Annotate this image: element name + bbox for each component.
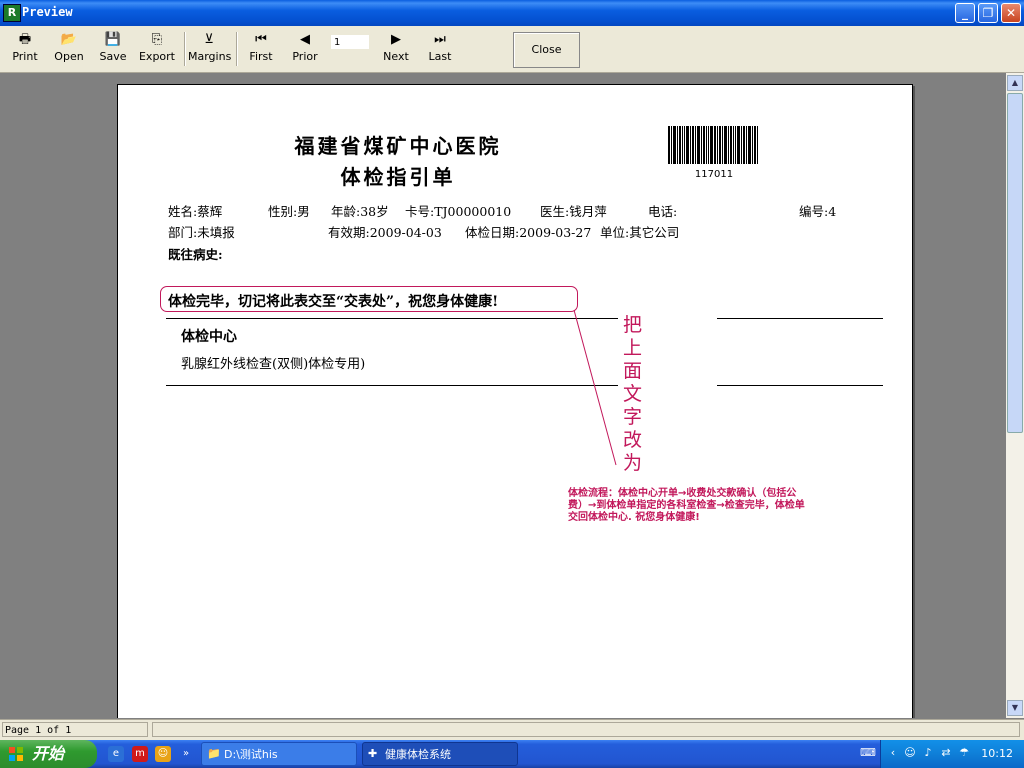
- valid-until: 有效期:2009-04-03: [328, 225, 442, 240]
- sound-icon[interactable]: ♪: [921, 746, 935, 760]
- last-page-icon: ⏭: [434, 32, 446, 47]
- last-page-button[interactable]: ⏭ Last: [423, 32, 457, 63]
- margins-label: Margins: [188, 50, 232, 63]
- printer-icon: 🖶: [18, 32, 32, 47]
- status-pane: [152, 722, 1020, 737]
- print-label: Print: [12, 50, 38, 63]
- next-page-button[interactable]: ▶ Next: [379, 32, 413, 63]
- margins-button[interactable]: ⊻ Margins: [188, 32, 232, 63]
- network-icon[interactable]: ⇄: [939, 746, 953, 760]
- annotation-leader-line: [573, 309, 617, 466]
- next-label: Next: [383, 50, 409, 63]
- windows-flag-icon: [9, 747, 23, 761]
- status-bar: Page 1 of 1: [0, 719, 1024, 740]
- hospital-name: 福建省煤矿中心医院: [294, 134, 502, 158]
- divider-line: [166, 318, 618, 319]
- export-icon: ⎘: [151, 32, 163, 47]
- start-button[interactable]: 开始: [0, 740, 97, 768]
- task-health-system[interactable]: ✚ 健康体检系统: [362, 742, 518, 766]
- title-bar[interactable]: R Preview _ ❐ ✕: [0, 0, 1024, 26]
- floppy-icon: 💾: [104, 32, 122, 47]
- window-title: Preview: [22, 5, 73, 19]
- next-arrow-icon: ▶: [391, 32, 401, 47]
- toolbar: 🖶 Print 📂 Open 💾 Save ⎘ Export ⊻ Margins…: [0, 26, 1024, 73]
- open-button[interactable]: 📂 Open: [52, 32, 86, 63]
- task-health-label: 健康体检系统: [385, 748, 451, 761]
- last-label: Last: [428, 50, 452, 63]
- keyboard-icon[interactable]: ⌨: [860, 746, 876, 760]
- barcode: [668, 126, 758, 164]
- exam-item: 乳腺红外线检查(双侧)体检专用): [181, 357, 366, 372]
- divider-line: [717, 318, 883, 319]
- doctor-name: 医生:钱月萍: [540, 204, 607, 219]
- card-number: 卡号:TJ00000010: [405, 204, 512, 219]
- maximize-button[interactable]: ❐: [978, 3, 998, 23]
- umbrella-icon[interactable]: ☂: [957, 746, 971, 760]
- folder-open-icon: 📂: [60, 32, 78, 47]
- scroll-down-icon[interactable]: ▼: [1007, 700, 1023, 716]
- exam-date: 体检日期:2009-03-27: [465, 225, 592, 240]
- export-button[interactable]: ⎘ Export: [137, 32, 177, 63]
- department: 部门:未填报: [168, 225, 235, 240]
- divider-line: [717, 385, 883, 386]
- toolbar-separator: [184, 32, 186, 66]
- folder-icon: 📁: [207, 747, 221, 760]
- open-label: Open: [54, 50, 84, 63]
- quicklaunch-expand-icon[interactable]: »: [178, 746, 194, 762]
- close-button[interactable]: Close: [513, 32, 580, 68]
- form-title: 体检指引单: [340, 165, 456, 189]
- system-tray: ‹ ☺ ♪ ⇄ ☂ 10:12: [880, 740, 1024, 768]
- section-title: 体检中心: [181, 329, 237, 345]
- prior-arrow-icon: ◀: [300, 32, 310, 47]
- save-button[interactable]: 💾 Save: [96, 32, 130, 63]
- patient-age: 年龄:38岁: [331, 204, 389, 219]
- page-info: Page 1 of 1: [2, 722, 148, 737]
- first-label: First: [249, 50, 273, 63]
- close-window-button[interactable]: ✕: [1001, 3, 1021, 23]
- app-window-icon: ✚: [368, 747, 378, 760]
- qq-tray-icon[interactable]: ☺: [903, 746, 917, 760]
- app-icon: R: [3, 4, 21, 22]
- medical-history-label: 既往病史:: [168, 247, 223, 262]
- start-label: 开始: [32, 744, 65, 763]
- barcode-number: 117011: [694, 169, 734, 180]
- prior-page-button[interactable]: ◀ Prior: [288, 32, 322, 63]
- patient-name: 姓名:蔡辉: [168, 204, 223, 219]
- annotation-vertical-text: 把上面文字改为: [623, 314, 643, 474]
- document-page: 福建省煤矿中心医院 体检指引单 117011 姓名:蔡辉 性别:男 年龄:38岁…: [117, 84, 913, 718]
- toolbar-separator: [236, 32, 238, 66]
- export-label: Export: [138, 50, 175, 63]
- qq-icon[interactable]: ☺: [155, 746, 171, 762]
- divider-line: [166, 385, 618, 386]
- scroll-thumb[interactable]: [1007, 93, 1023, 433]
- prior-label: Prior: [292, 50, 318, 63]
- margins-icon: ⊻: [204, 32, 214, 47]
- preview-area[interactable]: 福建省煤矿中心医院 体检指引单 117011 姓名:蔡辉 性别:男 年龄:38岁…: [0, 73, 1006, 718]
- first-page-icon: ⏮: [255, 32, 267, 47]
- print-button[interactable]: 🖶 Print: [8, 32, 42, 63]
- scroll-up-icon[interactable]: ▲: [1007, 75, 1023, 91]
- save-label: Save: [99, 50, 127, 63]
- tray-expand-icon[interactable]: ‹: [886, 746, 900, 760]
- page-number-input[interactable]: 1: [331, 35, 369, 49]
- task-folder-label: D:\测试his: [224, 748, 278, 761]
- first-page-button[interactable]: ⏮ First: [244, 32, 278, 63]
- ie-icon[interactable]: e: [108, 746, 124, 762]
- record-number: 编号:4: [799, 204, 837, 219]
- patient-gender: 性别:男: [268, 204, 310, 219]
- phone: 电话:: [648, 204, 678, 219]
- annotation-replacement-text: 体检流程：体检中心开单→收费处交款确认（包括公费）→到体检单指定的各科室检查→检…: [568, 488, 805, 523]
- clock: 10:12: [981, 747, 1013, 760]
- note-text: 体检完毕，切记将此表交至“交表处”，祝您身体健康!: [168, 294, 499, 310]
- minimize-button[interactable]: _: [955, 3, 975, 23]
- employer-unit: 单位:其它公司: [600, 225, 680, 240]
- taskbar: 开始 e m ☺ » 📁 D:\测试his ✚ 健康体检系统 ⌨ ‹ ☺ ♪ ⇄…: [0, 740, 1024, 768]
- media-icon[interactable]: m: [132, 746, 148, 762]
- task-folder[interactable]: 📁 D:\测试his: [201, 742, 357, 766]
- vertical-scrollbar[interactable]: ▲ ▼: [1006, 73, 1024, 718]
